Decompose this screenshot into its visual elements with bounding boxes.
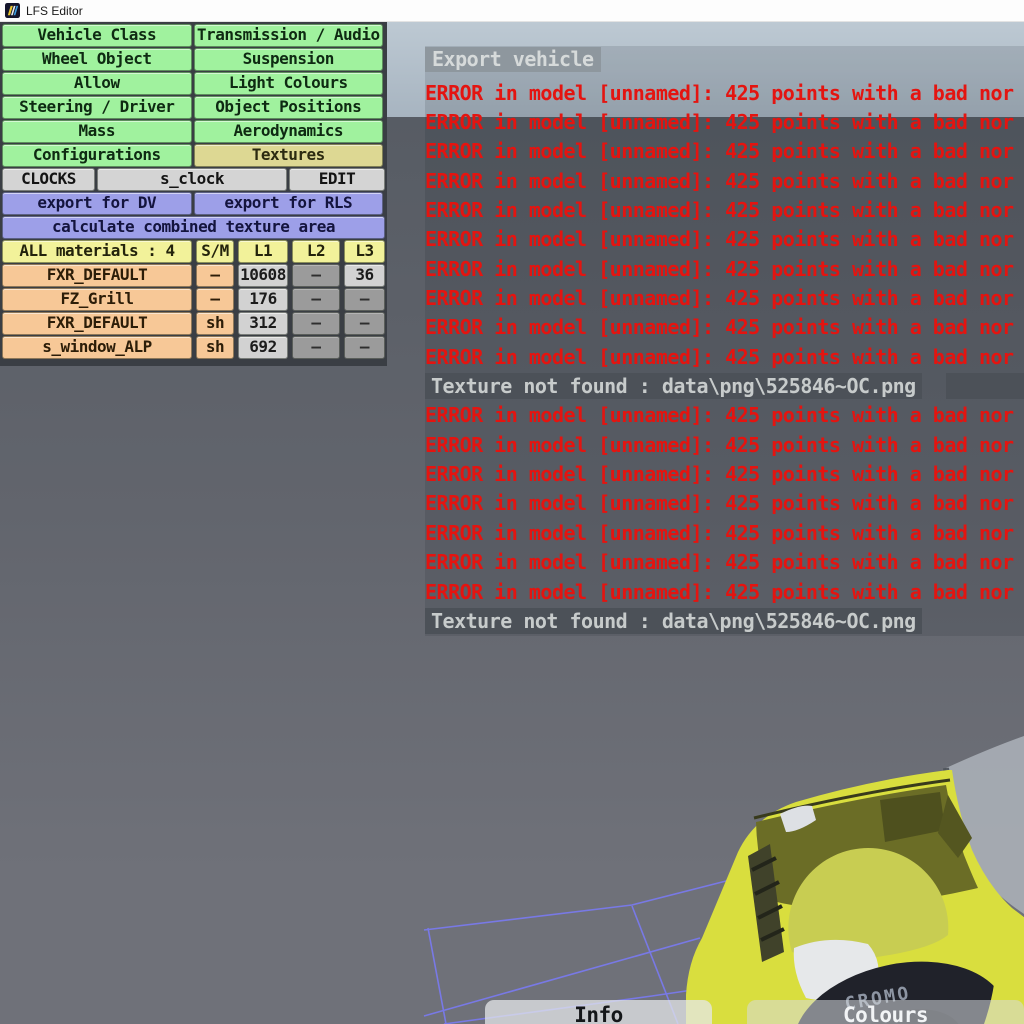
car-body (686, 770, 1024, 1024)
nav-button-grid: Vehicle Class Transmission / Audio Wheel O… (2, 24, 385, 167)
material-value-cell[interactable]: – (344, 288, 385, 311)
material-row: s_window_ALP sh 692– – (2, 336, 385, 359)
nav-button-mass[interactable]: Mass (2, 120, 192, 143)
nav-button-steering-driver[interactable]: Steering / Driver (2, 96, 192, 119)
console-error-line: ERROR in model [unnamed]: 425 points wit… (425, 432, 1014, 457)
car-interior-detail (938, 795, 972, 858)
console-error-line: ERROR in model [unnamed]: 425 points wit… (425, 550, 1014, 575)
material-value-cell[interactable]: – (292, 264, 340, 287)
console-error-line: ERROR in model [unnamed]: 425 points wit… (425, 80, 1014, 105)
nav-button-configurations[interactable]: Configurations (2, 144, 192, 167)
nav-button-vehicle-class[interactable]: Vehicle Class (2, 24, 192, 47)
console-error-line: ERROR in model [unnamed]: 425 points wit… (425, 462, 1014, 487)
material-name-cell[interactable]: FZ_Grill (2, 288, 192, 311)
console-error-line: ERROR in model [unnamed]: 425 points wit… (425, 579, 1014, 604)
material-value-cell[interactable]: – (344, 312, 385, 335)
material-name-cell[interactable]: FXR_DEFAULT (2, 312, 192, 335)
material-value-cell[interactable]: 176 (238, 288, 288, 311)
console-error-line: ERROR in model [unnamed]: 425 points wit… (425, 315, 1014, 340)
nav-row: Configurations Textures (2, 144, 385, 167)
clocks-button[interactable]: CLOCKS (2, 168, 95, 191)
material-value-cell[interactable]: – (292, 288, 340, 311)
car-interior-detail (880, 792, 945, 842)
console-log: Export vehicle ERROR in model [unnamed]: … (425, 47, 1024, 636)
material-value-cell[interactable]: – (292, 312, 340, 335)
nav-row: Vehicle Class Transmission / Audio (2, 24, 385, 47)
console-error-line: ERROR in model [unnamed]: 425 points wit… (425, 344, 1014, 369)
material-value-cell[interactable]: 692 (238, 336, 288, 359)
car-strut-dome (788, 847, 949, 959)
console-error-line: ERROR in model [unnamed]: 425 points wit… (425, 110, 1014, 135)
clocks-row: CLOCKS s_clock EDIT (2, 168, 385, 191)
console-error-line: ERROR in model [unnamed]: 425 points wit… (425, 491, 1014, 516)
car-engine-bay (756, 785, 978, 908)
material-value-cell[interactable]: – (344, 336, 385, 359)
calc-row: calculate combined texture area (2, 216, 385, 239)
nav-button-light-colours[interactable]: Light Colours (193, 72, 383, 95)
nav-row: Wheel Object Suspension (2, 48, 385, 71)
l2-column-header[interactable]: L2 (292, 240, 340, 263)
nav-button-object-positions[interactable]: Object Positions (193, 96, 383, 119)
l3-column-header[interactable]: L3 (344, 240, 385, 263)
material-name-cell[interactable]: FXR_DEFAULT (2, 264, 192, 287)
nav-button-transmission-audio[interactable]: Transmission / Audio (193, 24, 383, 47)
car-headlight-small (780, 805, 816, 832)
window-titlebar: LFS Editor (0, 0, 1024, 22)
car-a-pillar (943, 767, 1024, 923)
material-value-cell[interactable]: 312 (238, 312, 288, 335)
lfs-logo-icon (5, 3, 20, 18)
console-error-line: ERROR in model [unnamed]: 425 points wit… (425, 139, 1014, 164)
car-headlight (793, 939, 879, 1001)
material-value-cell[interactable]: sh (196, 312, 234, 335)
materials-table: FXR_DEFAULT –10608–36 FZ_Grill –176– – FXR_DE… (2, 264, 385, 359)
materials-header-row: ALL materials : 4 S/M L1 L2 L3 (2, 240, 385, 263)
editor-left-panel: Vehicle Class Transmission / Audio Wheel O… (0, 22, 387, 366)
s-clock-button[interactable]: s_clock (97, 168, 287, 191)
nav-button-textures[interactable]: Textures (193, 144, 383, 167)
console-texture-not-found-line: Texture not found : data\png\525846~OC.p… (425, 371, 1024, 400)
console-error-line: ERROR in model [unnamed]: 425 points wit… (425, 286, 1014, 311)
material-value-cell[interactable]: – (196, 288, 234, 311)
car-windshield (946, 736, 1024, 914)
material-name-cell[interactable]: s_window_ALP (2, 336, 192, 359)
window-title: LFS Editor (26, 3, 83, 18)
material-value-cell[interactable]: – (196, 264, 234, 287)
colours-tab-button[interactable]: Colours (747, 1000, 1024, 1024)
console-error-line: ERROR in model [unnamed]: 425 points wit… (425, 198, 1014, 223)
material-value-cell[interactable]: sh (196, 336, 234, 359)
nav-button-suspension[interactable]: Suspension (193, 48, 383, 71)
edit-button[interactable]: EDIT (289, 168, 385, 191)
export-for-dv-button[interactable]: export for DV (2, 192, 192, 215)
nav-button-wheel-object[interactable]: Wheel Object (2, 48, 192, 71)
material-value-cell[interactable]: 36 (344, 264, 385, 287)
l1-column-header[interactable]: L1 (238, 240, 288, 263)
nav-button-aerodynamics[interactable]: Aerodynamics (193, 120, 383, 143)
sm-column-header[interactable]: S/M (196, 240, 234, 263)
material-value-cell[interactable]: 10608 (238, 264, 288, 287)
console-error-line: ERROR in model [unnamed]: 425 points wit… (425, 168, 1014, 193)
all-materials-header[interactable]: ALL materials : 4 (2, 240, 192, 263)
nav-row: Allow Light Colours (2, 72, 385, 95)
console-error-line: ERROR in model [unnamed]: 425 points wit… (425, 256, 1014, 281)
material-row: FXR_DEFAULT sh 312– – (2, 312, 385, 335)
car-grille-slats (751, 856, 785, 942)
car-grille (748, 844, 784, 962)
nav-row: Steering / Driver Object Positions (2, 96, 385, 119)
export-for-rls-button[interactable]: export for RLS (193, 192, 383, 215)
export-row: export for DV export for RLS (2, 192, 385, 215)
info-tab-button[interactable]: Info (485, 1000, 712, 1024)
console-right-block (946, 373, 1024, 400)
console-error-line: ERROR in model [unnamed]: 425 points wit… (425, 520, 1014, 545)
nav-button-allow[interactable]: Allow (2, 72, 192, 95)
export-vehicle-title: Export vehicle (425, 47, 601, 72)
nav-row: Mass Aerodynamics (2, 120, 385, 143)
material-row: FXR_DEFAULT –10608–36 (2, 264, 385, 287)
car-cowl-line (753, 778, 951, 820)
calculate-texture-area-button[interactable]: calculate combined texture area (2, 216, 385, 239)
material-value-cell[interactable]: – (292, 336, 340, 359)
material-row: FZ_Grill –176– – (2, 288, 385, 311)
console-error-line: ERROR in model [unnamed]: 425 points wit… (425, 227, 1014, 252)
console-error-line: ERROR in model [unnamed]: 425 points wit… (425, 403, 1014, 428)
console-texture-not-found-line: Texture not found : data\png\525846~OC.p… (425, 606, 1024, 635)
